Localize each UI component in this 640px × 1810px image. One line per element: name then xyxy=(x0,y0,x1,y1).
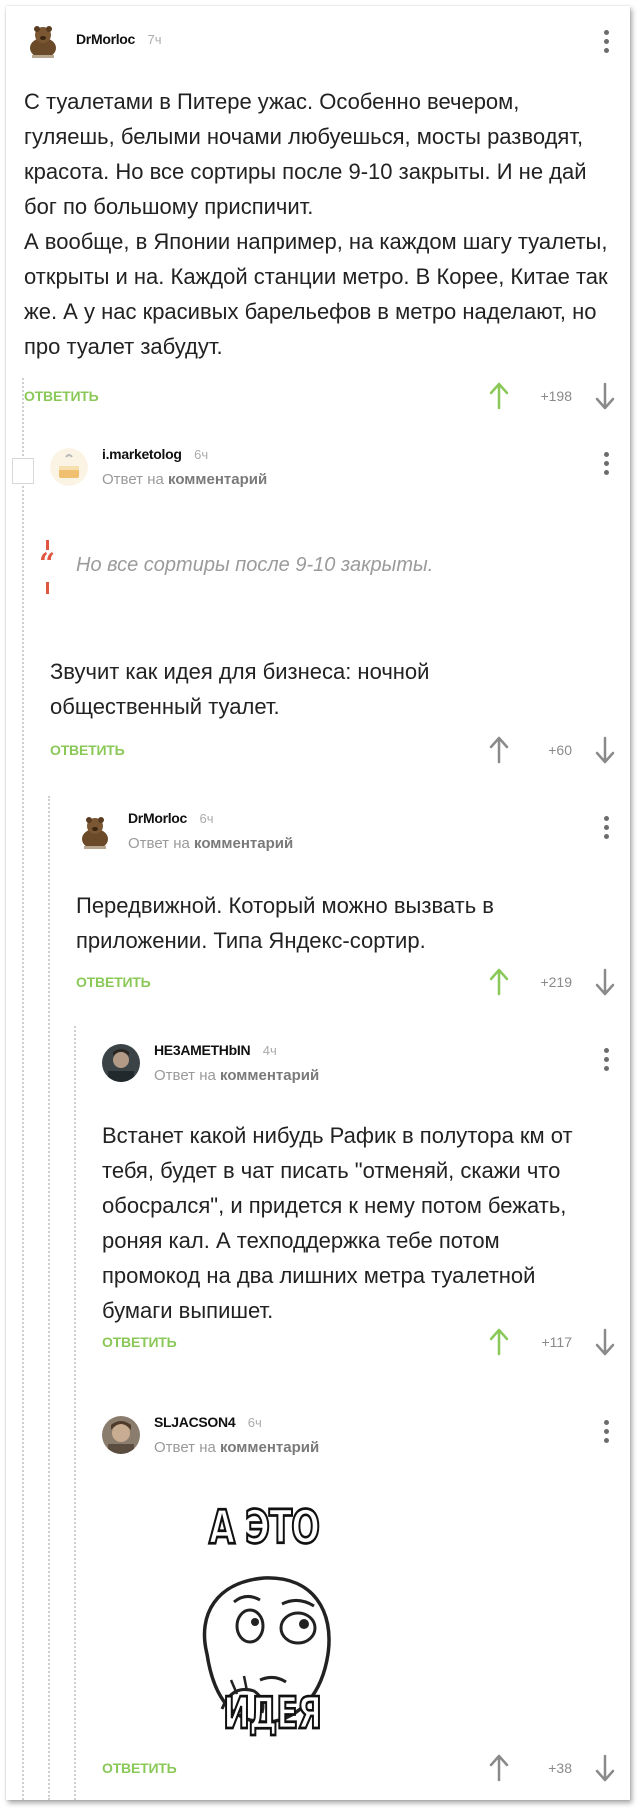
comment: DrMorloc 6ч Ответ на комментарий Передви… xyxy=(76,810,616,1008)
reply-to-prefix: Ответ на xyxy=(154,1067,216,1084)
collapse-branch-icon[interactable] xyxy=(12,458,34,484)
downvote-arrow-icon[interactable] xyxy=(594,1327,616,1357)
bear-avatar[interactable] xyxy=(24,21,62,59)
comment-actions: ОТВЕТИТЬ +219 xyxy=(76,964,616,1000)
quote-bar xyxy=(46,582,49,594)
comment-header: DrMorloc 6ч Ответ на комментарий xyxy=(76,810,616,852)
vote-controls: +60 xyxy=(488,735,616,765)
more-options-icon[interactable] xyxy=(604,816,610,846)
person-photo-avatar[interactable] xyxy=(102,1416,140,1454)
score: +38 xyxy=(548,1760,572,1776)
upvote-arrow-icon[interactable] xyxy=(488,381,510,411)
reply-to-link[interactable]: комментарий xyxy=(168,471,267,488)
person-photo-avatar[interactable] xyxy=(102,1044,140,1082)
reply-to-link[interactable]: комментарий xyxy=(194,835,293,852)
person-photo-icon xyxy=(102,1416,140,1454)
cake-avatar[interactable] xyxy=(50,448,88,486)
comment-text: Передвижной. Который можно вызвать в при… xyxy=(76,893,494,953)
comment-text: С туалетами в Питере ужас. Особенно вече… xyxy=(24,89,608,359)
comment: SLJACSON4 6ч Ответ на комментарий А ЭТО … xyxy=(102,1414,616,1786)
comment-time[interactable]: 6ч xyxy=(200,811,214,826)
reply-to-prefix: Ответ на xyxy=(102,471,164,488)
comment-header: i.marketolog 6ч Ответ на комментарий xyxy=(50,446,616,488)
more-options-icon[interactable] xyxy=(604,452,610,482)
comment-meta: DrMorloc 7ч xyxy=(76,31,162,49)
comment-header: SLJACSON4 6ч Ответ на комментарий xyxy=(102,1414,616,1456)
reply-to-link[interactable]: комментарий xyxy=(220,1439,319,1456)
comment-time[interactable]: 7ч xyxy=(148,32,162,47)
cake-icon xyxy=(50,448,88,486)
person-photo-icon xyxy=(102,1044,140,1082)
more-options-icon[interactable] xyxy=(604,30,610,60)
vote-controls: +38 xyxy=(488,1753,616,1783)
reply-to-link[interactable]: комментарий xyxy=(220,1067,319,1084)
upvote-arrow-icon[interactable] xyxy=(488,735,510,765)
comment-time[interactable]: 6ч xyxy=(248,1415,262,1430)
reply-button[interactable]: ОТВЕТИТЬ xyxy=(50,742,125,758)
thread-line[interactable] xyxy=(48,796,50,1800)
more-options-icon[interactable] xyxy=(604,1048,610,1078)
bear-icon xyxy=(76,812,114,850)
thread-line[interactable] xyxy=(74,1026,76,1800)
downvote-arrow-icon[interactable] xyxy=(594,1753,616,1783)
reply-button[interactable]: ОТВЕТИТЬ xyxy=(76,974,151,990)
vote-controls: +198 xyxy=(488,381,616,411)
reply-to: Ответ на комментарий xyxy=(102,471,267,488)
reply-to: Ответ на комментарий xyxy=(128,835,293,852)
comment-time[interactable]: 6ч xyxy=(194,447,208,462)
score: +117 xyxy=(541,1334,573,1350)
downvote-arrow-icon[interactable] xyxy=(594,381,616,411)
comment-text: Звучит как идея для бизнеса: ночной обще… xyxy=(50,659,430,719)
downvote-arrow-icon[interactable] xyxy=(594,735,616,765)
comment-header: DrMorloc 7ч xyxy=(24,20,616,60)
reply-to: Ответ на комментарий xyxy=(154,1067,319,1084)
comment-meta: HE3AMETHbIN 4ч Ответ на комментарий xyxy=(154,1042,319,1084)
comment-meta: SLJACSON4 6ч Ответ на комментарий xyxy=(154,1414,319,1456)
thread-line[interactable] xyxy=(22,378,24,1800)
upvote-arrow-icon[interactable] xyxy=(488,1753,510,1783)
comment-actions: ОТВЕТИТЬ +198 xyxy=(24,378,616,414)
score: +219 xyxy=(540,974,572,990)
reply-button[interactable]: ОТВЕТИТЬ xyxy=(24,388,99,404)
meme-bottom-caption: ИДЕЯ xyxy=(222,1686,323,1740)
comment-actions: ОТВЕТИТЬ +60 xyxy=(50,732,616,768)
vote-controls: +219 xyxy=(488,967,616,997)
reply-button[interactable]: ОТВЕТИТЬ xyxy=(102,1334,177,1350)
comment: i.marketolog 6ч Ответ на комментарий “ Н… xyxy=(39,446,616,778)
reply-to-prefix: Ответ на xyxy=(128,835,190,852)
upvote-arrow-icon[interactable] xyxy=(488,1327,510,1357)
comment-meta: DrMorloc 6ч Ответ на комментарий xyxy=(128,810,293,852)
comment-header: HE3AMETHbIN 4ч Ответ на комментарий xyxy=(102,1042,616,1084)
bear-icon xyxy=(24,21,62,59)
author-name[interactable]: HE3AMETHbIN xyxy=(154,1042,251,1058)
meme-top-caption: А ЭТО xyxy=(208,1500,321,1557)
comment-time[interactable]: 4ч xyxy=(263,1043,277,1058)
bear-avatar[interactable] xyxy=(76,812,114,850)
score: +198 xyxy=(540,388,572,404)
upvote-arrow-icon[interactable] xyxy=(488,967,510,997)
comment-actions: ОТВЕТИТЬ +38 xyxy=(102,1750,616,1786)
author-name[interactable]: DrMorloc xyxy=(76,31,135,47)
quote-mark-icon: “ xyxy=(39,547,56,580)
comment-meta: i.marketolog 6ч Ответ на комментарий xyxy=(102,446,267,488)
more-options-icon[interactable] xyxy=(604,1420,610,1450)
comment-text: Встанет какой нибудь Рафик в полутора км… xyxy=(102,1123,573,1323)
vote-controls: +117 xyxy=(488,1327,616,1357)
meme-image[interactable]: А ЭТО ИДЕЯ xyxy=(102,1500,426,1740)
quote-block: “ Но все сортиры после 9-10 закрыты. xyxy=(39,540,606,596)
comment: DrMorloc 7ч С туалетами в Питере ужас. О… xyxy=(24,20,616,410)
comment: HE3AMETHbIN 4ч Ответ на комментарий Вста… xyxy=(102,1042,616,1370)
reply-to: Ответ на комментарий xyxy=(154,1439,319,1456)
author-name[interactable]: DrMorloc xyxy=(128,810,187,826)
reply-button[interactable]: ОТВЕТИТЬ xyxy=(102,1760,177,1776)
quote-text: Но все сортиры после 9-10 закрыты. xyxy=(76,554,434,576)
reply-to-prefix: Ответ на xyxy=(154,1439,216,1456)
downvote-arrow-icon[interactable] xyxy=(594,967,616,997)
comments-thread: DrMorloc 7ч С туалетами в Питере ужас. О… xyxy=(6,6,630,1800)
author-name[interactable]: SLJACSON4 xyxy=(154,1414,236,1430)
score: +60 xyxy=(548,742,572,758)
author-name[interactable]: i.marketolog xyxy=(102,446,182,462)
comment-actions: ОТВЕТИТЬ +117 xyxy=(102,1324,616,1360)
